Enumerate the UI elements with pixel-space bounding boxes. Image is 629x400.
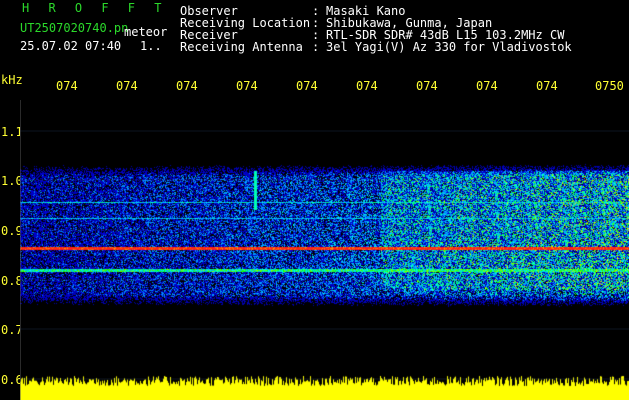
time-tick-label: 074 <box>416 79 438 93</box>
antenna-colon: : <box>312 40 320 54</box>
spectrogram-panel <box>20 100 629 400</box>
time-tick-label: 074 <box>476 79 498 93</box>
capture-datetime: 25.07.02 07:40 <box>20 39 122 53</box>
time-tick-label: 074 <box>116 79 138 93</box>
file-name: UT2507020740.pn <box>20 21 129 35</box>
freq-unit-label: kHz <box>1 73 23 87</box>
time-tick-label: 074 <box>236 79 258 93</box>
status-indicator: 1.. <box>140 39 162 53</box>
time-tick-label: 074 <box>536 79 558 93</box>
time-tick-label: 074 <box>176 79 198 93</box>
antenna-value: 3el Yagi(V) Az 330 for Vladivostok <box>326 40 572 54</box>
app-title: H R O F F T <box>22 1 168 15</box>
time-tick-label: 074 <box>296 79 318 93</box>
spectrogram-grid <box>20 100 629 400</box>
time-tick-label: 0750 <box>595 79 624 93</box>
event-tag: meteor <box>124 25 168 39</box>
time-tick-label: 074 <box>56 79 78 93</box>
antenna-label: Receiving Antenna <box>180 40 303 54</box>
time-tick-label: 074 <box>356 79 378 93</box>
